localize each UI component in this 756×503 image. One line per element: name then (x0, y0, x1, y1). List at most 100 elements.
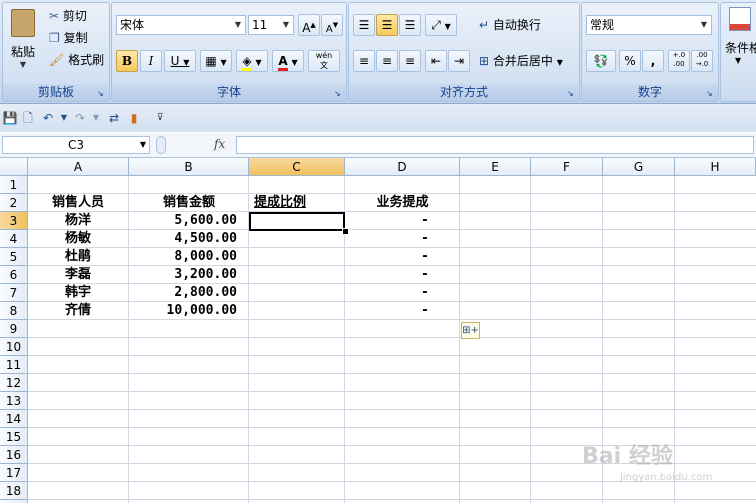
grow-font-button[interactable]: A▲ (298, 14, 320, 36)
cell-A5[interactable]: 杜鹃 (28, 248, 128, 266)
cell-D3[interactable]: - (345, 212, 505, 230)
name-box[interactable]: C3 ▼ (2, 136, 150, 154)
row-header-5[interactable]: 5 (0, 248, 28, 266)
align-middle-button[interactable]: ☰ (376, 14, 398, 36)
shrink-font-button[interactable]: A▼ (321, 14, 343, 36)
increase-indent-button[interactable]: ⇥ (448, 50, 470, 72)
dialog-launcher-icon[interactable]: ↘ (567, 89, 576, 98)
column-header-d[interactable]: D (345, 158, 460, 176)
chart-icon[interactable]: ▮ (126, 110, 142, 126)
select-all-corner[interactable] (0, 158, 28, 176)
cell-A6[interactable]: 李磊 (28, 266, 128, 284)
undo-icon[interactable]: ↶ (40, 110, 56, 126)
row-header-8[interactable]: 8 (0, 302, 28, 320)
auto-fill-options-icon[interactable]: ⊞+ (461, 322, 480, 339)
accounting-format-button[interactable]: 💱 (586, 50, 616, 72)
cell-A3[interactable]: 杨洋 (28, 212, 128, 230)
cell-D2[interactable]: 业务提成 (345, 194, 460, 212)
conditional-formatting-button[interactable]: 条件格 ▼ (725, 7, 756, 65)
row-header-4[interactable]: 4 (0, 230, 28, 248)
cut-button[interactable]: ✂ 剪切 (49, 5, 87, 27)
row-header-13[interactable]: 13 (0, 392, 28, 410)
dialog-launcher-icon[interactable]: ↘ (334, 89, 343, 98)
fill-color-button[interactable]: ◈ ▼ (236, 50, 268, 72)
align-bottom-button[interactable]: ☰ (399, 14, 421, 36)
column-header-b[interactable]: B (129, 158, 249, 176)
cell-B6[interactable]: 3,200.00 (129, 266, 237, 284)
font-size-select[interactable]: 11 ▼ (248, 15, 294, 35)
save-icon[interactable]: 💾 (2, 110, 18, 126)
decrease-decimal-button[interactable]: .00 →.0 (691, 50, 713, 72)
decrease-indent-button[interactable]: ⇤ (425, 50, 447, 72)
formula-input[interactable] (236, 136, 754, 154)
column-header-c[interactable]: C (249, 158, 345, 176)
align-top-button[interactable]: ☰ (353, 14, 375, 36)
redo-icon[interactable]: ↷ (72, 110, 88, 126)
comma-style-button[interactable]: , (642, 50, 664, 72)
cell-A4[interactable]: 杨敏 (28, 230, 128, 248)
cell-B5[interactable]: 8,000.00 (129, 248, 237, 266)
cell-A7[interactable]: 韩宇 (28, 284, 128, 302)
font-family-select[interactable]: 宋体 ▼ (116, 15, 246, 35)
align-right-button[interactable]: ≡ (399, 50, 421, 72)
align-left-button[interactable]: ≡ (353, 50, 375, 72)
customize-toolbar-icon[interactable]: ⊽ (152, 110, 168, 126)
column-header-f[interactable]: F (531, 158, 603, 176)
formula-bar-resize-handle[interactable] (156, 136, 166, 154)
row-header-1[interactable]: 1 (0, 176, 28, 194)
increase-decimal-button[interactable]: +.0 .00 (668, 50, 690, 72)
dialog-launcher-icon[interactable]: ↘ (97, 89, 106, 98)
row-header-6[interactable]: 6 (0, 266, 28, 284)
orientation-button[interactable]: ⤢ ▼ (425, 14, 457, 36)
copy-button[interactable]: ❐ 复制 (49, 27, 88, 49)
phonetic-button[interactable]: wén 文 (308, 50, 340, 72)
active-cell-C3[interactable] (249, 212, 345, 231)
cell-B7[interactable]: 2,800.00 (129, 284, 237, 302)
row-header-15[interactable]: 15 (0, 428, 28, 446)
cell-B3[interactable]: 5,600.00 (129, 212, 237, 230)
insert-function-icon[interactable]: fx (214, 137, 225, 151)
new-file-icon[interactable]: 🗋 (20, 110, 36, 126)
cell-C2[interactable]: 提成比例 (254, 194, 344, 212)
percent-button[interactable]: % (619, 50, 641, 72)
cell-D6[interactable]: - (345, 266, 505, 284)
row-header-14[interactable]: 14 (0, 410, 28, 428)
format-painter-button[interactable]: 🖌 格式刷 (49, 49, 104, 71)
cell-D8[interactable]: - (345, 302, 505, 320)
row-header-10[interactable]: 10 (0, 338, 28, 356)
undo-dropdown-icon[interactable]: ▼ (56, 110, 72, 126)
align-center-button[interactable]: ≡ (376, 50, 398, 72)
cell-B4[interactable]: 4,500.00 (129, 230, 237, 248)
row-header-7[interactable]: 7 (0, 284, 28, 302)
row-header-11[interactable]: 11 (0, 356, 28, 374)
underline-button[interactable]: U ▼ (164, 50, 196, 72)
merge-center-button[interactable]: ⊞ 合并后居中 ▼ (479, 50, 563, 72)
dialog-launcher-icon[interactable]: ↘ (706, 89, 715, 98)
row-header-2[interactable]: 2 (0, 194, 28, 212)
cell-B8[interactable]: 10,000.00 (129, 302, 237, 320)
column-header-h[interactable]: H (675, 158, 756, 176)
row-header-9[interactable]: 9 (0, 320, 28, 338)
number-format-select[interactable]: 常规 ▼ (586, 15, 712, 35)
column-header-e[interactable]: E (460, 158, 531, 176)
wrap-text-button[interactable]: ↵ 自动换行 (479, 14, 541, 36)
column-header-a[interactable]: A (28, 158, 129, 176)
row-header-17[interactable]: 17 (0, 464, 28, 482)
cell-A2[interactable]: 销售人员 (28, 194, 128, 212)
cell-D5[interactable]: - (345, 248, 505, 266)
cell-D7[interactable]: - (345, 284, 505, 302)
paste-button[interactable]: 粘贴 ▼ (6, 7, 40, 79)
italic-button[interactable]: I (140, 50, 162, 72)
row-header-12[interactable]: 12 (0, 374, 28, 392)
row-header-16[interactable]: 16 (0, 446, 28, 464)
column-header-g[interactable]: G (603, 158, 675, 176)
font-color-button[interactable]: A ▼ (272, 50, 304, 72)
bold-button[interactable]: B (116, 50, 138, 72)
row-header-18[interactable]: 18 (0, 482, 28, 500)
borders-button[interactable]: ▦ ▼ (200, 50, 232, 72)
row-header-3[interactable]: 3 (0, 212, 28, 230)
fill-handle[interactable] (342, 228, 349, 235)
cell-B2[interactable]: 销售金额 (129, 194, 249, 212)
cell-D4[interactable]: - (345, 230, 505, 248)
worksheet-grid[interactable]: ABCDEFGH 12345678910111213141516171819 销… (0, 158, 756, 503)
